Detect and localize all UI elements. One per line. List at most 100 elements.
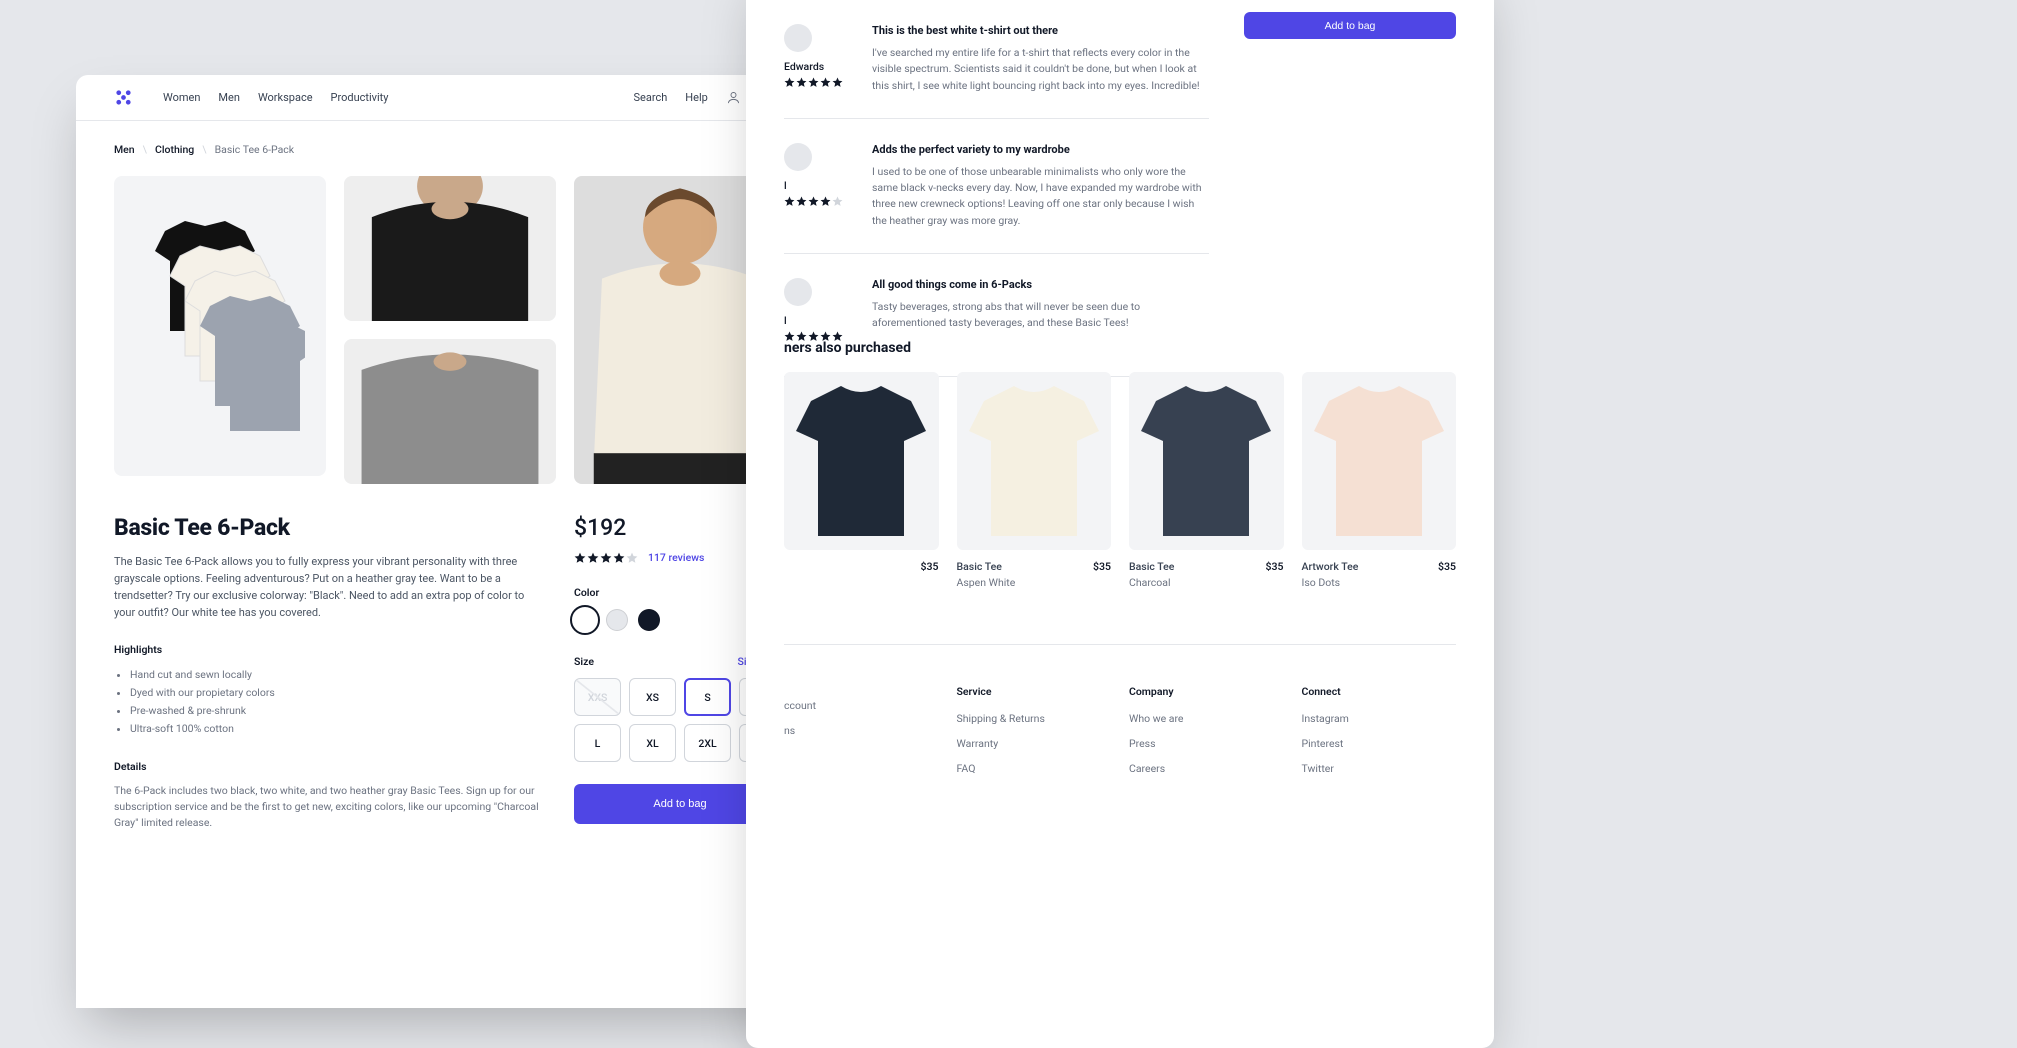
review-body: I used to be one of those unbearable min… xyxy=(872,164,1209,229)
crumb-men[interactable]: Men xyxy=(114,143,135,156)
crumb-sep-icon: \ xyxy=(143,143,147,156)
nav-workspace[interactable]: Workspace xyxy=(258,91,313,104)
review-rating xyxy=(784,196,854,207)
footer-link[interactable]: Pinterest xyxy=(1302,737,1457,750)
avatar xyxy=(784,24,812,52)
size-option-S[interactable]: S xyxy=(684,678,731,716)
size-option-2XL[interactable]: 2XL xyxy=(684,724,731,762)
add-to-bag-button-sticky[interactable]: Add to bag xyxy=(1244,12,1456,39)
related-product-color: Iso Dots xyxy=(1302,576,1457,589)
also-purchased-heading: ners also purchased xyxy=(784,340,1456,356)
rating-stars xyxy=(574,552,638,564)
breadcrumb: Men \ Clothing \ Basic Tee 6-Pack xyxy=(76,121,824,156)
reviews-link[interactable]: 117 reviews xyxy=(648,551,704,564)
footer-link[interactable]: FAQ xyxy=(957,762,1112,775)
help-link[interactable]: Help xyxy=(685,91,708,104)
size-option-XS[interactable]: XS xyxy=(629,678,676,716)
review-rating xyxy=(784,77,854,88)
gallery-image-3[interactable] xyxy=(344,339,556,484)
avatar xyxy=(784,278,812,306)
reviewer-name: l xyxy=(784,314,854,327)
footer-link[interactable]: Shipping & Returns xyxy=(957,712,1112,725)
crumb-clothing[interactable]: Clothing xyxy=(155,143,194,156)
size-option-L[interactable]: L xyxy=(574,724,621,762)
details-text: The 6-Pack includes two black, two white… xyxy=(114,783,544,832)
related-product-name: Artwork Tee xyxy=(1302,560,1359,573)
user-icon[interactable] xyxy=(726,90,741,105)
related-product-price: $35 xyxy=(1093,560,1111,573)
brand-logo-icon xyxy=(114,88,133,107)
footer-link[interactable]: Who we are xyxy=(1129,712,1284,725)
reviewer-name: l xyxy=(784,179,854,192)
review-title: All good things come in 6-Packs xyxy=(872,278,1209,291)
footer-link[interactable]: Press xyxy=(1129,737,1284,750)
color-swatch-white[interactable] xyxy=(574,609,596,631)
related-product-card[interactable]: Basic Tee$35Aspen White xyxy=(957,372,1112,589)
review-title: Adds the perfect variety to my wardrobe xyxy=(872,143,1209,156)
related-product-price: $35 xyxy=(1438,560,1456,573)
related-product-image xyxy=(957,372,1112,550)
crumb-current: Basic Tee 6-Pack xyxy=(215,143,295,156)
reviewer-name: Edwards xyxy=(784,60,854,73)
footer-column: Company Who we are Press Careers xyxy=(1129,685,1284,787)
product-info-left: Basic Tee 6-Pack The Basic Tee 6-Pack al… xyxy=(114,514,544,831)
footer-link[interactable]: Warranty xyxy=(957,737,1112,750)
related-product-price: $35 xyxy=(1266,560,1284,573)
footer-heading: Company xyxy=(1129,685,1284,698)
related-product-color: Charcoal xyxy=(1129,576,1284,589)
also-purchased-section: ners also purchased $35 Basic Tee $35 Aspen… xyxy=(784,340,1456,589)
highlight-item: Pre-washed & pre-shrunk xyxy=(130,702,544,720)
highlights-list: Hand cut and sewn locallyDyed with our p… xyxy=(114,666,544,737)
related-product-name: Basic Tee xyxy=(1129,560,1174,573)
crumb-sep-icon: \ xyxy=(202,143,206,156)
avatar xyxy=(784,143,812,171)
review-item: Edwards This is the best white t-shirt ou… xyxy=(784,0,1209,118)
footer-column: ccount ns xyxy=(784,685,939,787)
nav-women[interactable]: Women xyxy=(163,91,200,104)
size-option-XXS: XXS xyxy=(574,678,621,716)
footer-link[interactable]: ns xyxy=(784,724,939,737)
highlight-item: Dyed with our propietary colors xyxy=(130,684,544,702)
size-option-XL[interactable]: XL xyxy=(629,724,676,762)
product-gallery xyxy=(76,156,824,484)
review-item: l Adds the perfect variety to my wardrobe… xyxy=(784,118,1209,253)
color-swatch-gray[interactable] xyxy=(606,609,628,631)
search-link[interactable]: Search xyxy=(633,91,667,104)
details-heading: Details xyxy=(114,760,544,773)
gallery-image-2[interactable] xyxy=(344,176,556,321)
review-body: Tasty beverages, strong abs that will ne… xyxy=(872,299,1209,332)
site-header: Women Men Workspace Productivity Search … xyxy=(76,75,824,121)
footer-link[interactable]: ccount xyxy=(784,699,939,712)
related-product-card[interactable]: $35 xyxy=(784,372,939,589)
related-product-card[interactable]: Artwork Tee $35 Iso Dots xyxy=(1302,372,1457,589)
footer-column: ServiceShipping & ReturnsWarrantyFAQ xyxy=(957,685,1112,787)
footer-link[interactable]: Instagram xyxy=(1302,712,1457,725)
color-swatch-black[interactable] xyxy=(638,609,660,631)
review-body: I've searched my entire life for a t-shi… xyxy=(872,45,1209,94)
footer-link[interactable]: Careers xyxy=(1129,762,1284,775)
site-footer: ccountnsServiceShipping & ReturnsWarrant… xyxy=(784,644,1456,787)
related-product-color: Aspen White xyxy=(957,576,1112,589)
related-product-image xyxy=(784,372,939,550)
nav-productivity[interactable]: Productivity xyxy=(331,91,389,104)
footer-link[interactable]: Twitter xyxy=(1302,762,1457,775)
related-product-image xyxy=(1129,372,1284,550)
product-description: The Basic Tee 6-Pack allows you to fully… xyxy=(114,553,544,621)
nav-men[interactable]: Men xyxy=(218,91,240,104)
product-page-window-secondary: Add to bag Edwards This is the best white… xyxy=(746,0,1494,1048)
size-heading: Size xyxy=(574,655,594,668)
related-product-price: $35 xyxy=(921,560,939,573)
review-title: This is the best white t-shirt out there xyxy=(872,24,1209,37)
gallery-image-1[interactable] xyxy=(114,176,326,476)
product-page-window: Women Men Workspace Productivity Search … xyxy=(76,75,824,1008)
highlight-item: Ultra-soft 100% cotton xyxy=(130,720,544,738)
product-title: Basic Tee 6-Pack xyxy=(114,514,544,541)
highlight-item: Hand cut and sewn locally xyxy=(130,666,544,684)
related-product-image xyxy=(1302,372,1457,550)
footer-heading: Connect xyxy=(1302,685,1457,698)
footer-column: Connect Instagram Pinterest Twitter xyxy=(1302,685,1457,787)
related-product-card[interactable]: Basic Tee $35 Charcoal xyxy=(1129,372,1284,589)
highlights-heading: Highlights xyxy=(114,643,544,656)
main-nav: Women Men Workspace Productivity xyxy=(114,88,389,107)
reviews-section: Edwards This is the best white t-shirt ou… xyxy=(784,0,1209,377)
